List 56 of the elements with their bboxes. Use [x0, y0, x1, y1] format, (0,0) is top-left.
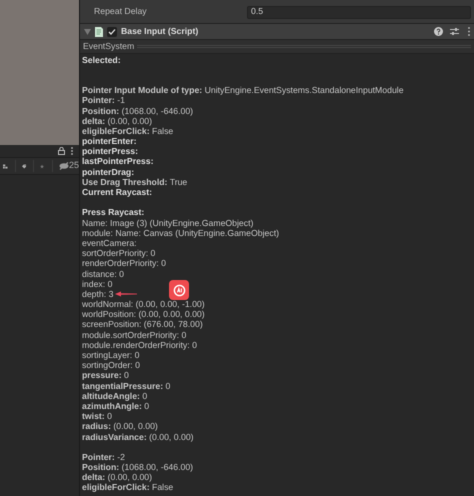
debug-line: screenPosition: (676.00, 78.00) [82, 319, 203, 332]
debug-line: module.renderOrderPriority: 0 [82, 340, 197, 352]
debug-line: radius: (0.00, 0.00) [82, 420, 158, 434]
repeat-delay-field[interactable]: 0.5 [247, 6, 471, 18]
debug-line: worldNormal: (0.00, 0.00, -1.00) [82, 299, 205, 310]
component-title: Base Input (Script) [121, 24, 198, 38]
debug-line: tangentialPressure: 0 [82, 380, 170, 392]
debug-line: module.sortOrderPriority: 0 [82, 329, 186, 342]
debug-line: distance: 0 [82, 268, 124, 280]
debug-line: sortOrderPriority: 0 [82, 247, 156, 260]
hidden-eye-icon[interactable] [59, 162, 69, 170]
debug-line: pointerDrag: [82, 166, 134, 178]
debug-line: eventCamera: [82, 236, 137, 250]
debug-line: lastPointerPress: [82, 156, 154, 168]
debug-line: sortingLayer: 0 [82, 350, 140, 362]
ai-assistant-icon[interactable] [169, 280, 190, 300]
debug-line: sortingOrder: 0 [82, 360, 140, 372]
hidden-count: 25 [69, 159, 80, 172]
debug-line: eligibleForClick: False [82, 126, 174, 138]
debug-line: eligibleForClick: False [82, 482, 174, 494]
presets-icon[interactable] [450, 27, 459, 36]
help-icon[interactable] [434, 27, 443, 36]
debug-line: Name: Image (3) (UnityEngine.GameObject) [82, 217, 254, 230]
hierarchy-icon[interactable] [3, 162, 8, 170]
debug-line: Use Drag Threshold: True [82, 176, 188, 188]
debug-line: Pointer: -1 [82, 95, 125, 108]
debug-line: pointerEnter: [82, 136, 137, 148]
debug-line: pointerPress: [82, 146, 138, 158]
debug-line: delta: (0.00, 0.00) [82, 116, 152, 128]
arrow-icon [115, 291, 138, 298]
section-title: EventSystem [83, 40, 134, 53]
debug-line: worldPosition: (0.00, 0.00, 0.00) [82, 309, 205, 320]
foldout-arrow-icon[interactable] [84, 28, 91, 34]
debug-line: depth: 3 [82, 288, 114, 300]
debug-line: Position: (1068.00, -646.00) [82, 104, 194, 118]
lock-icon[interactable] [58, 147, 65, 155]
debug-line: Pointer: -2 [82, 450, 125, 464]
enabled-checkbox[interactable] [107, 26, 117, 36]
debug-line: pressure: 0 [82, 370, 129, 382]
component-header[interactable]: Base Input (Script) [80, 24, 474, 40]
field-label: Repeat Delay [94, 5, 148, 18]
debug-line: delta: (0.00, 0.00) [82, 472, 152, 484]
tag-icon[interactable] [22, 162, 26, 170]
debug-line: altitudeAngle: 0 [82, 390, 148, 402]
debug-line: Selected: [82, 54, 121, 67]
debug-line: Press Raycast: [82, 206, 144, 220]
debug-line: Current Raycast: [82, 187, 152, 200]
debug-line: Pointer Input Module of type: UnityEngine.EventSystems.StandaloneInputModule [82, 84, 404, 96]
debug-line: index: 0 [82, 278, 112, 290]
debug-line: Position: (1068.00, -646.00) [82, 461, 194, 474]
debug-line: renderOrderPriority: 0 [82, 258, 166, 270]
debug-line: azimuthAngle: 0 [82, 400, 150, 412]
debug-line: module: Name: Canvas (UnityEngine.GameObject) [82, 228, 280, 240]
script-icon [95, 26, 103, 36]
debug-line: radiusVariance: (0.00, 0.00) [82, 431, 194, 444]
debug-line: twist: 0 [82, 411, 112, 422]
